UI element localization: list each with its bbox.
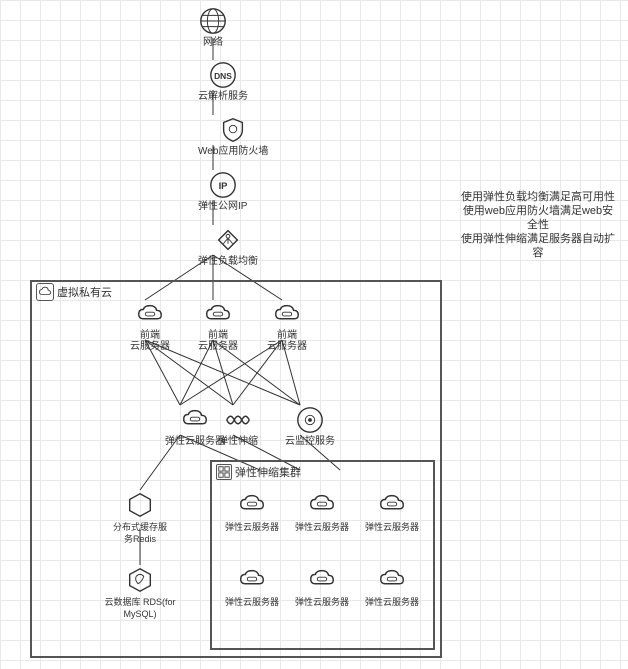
rds-label: 云数据库 RDS(for MySQL) xyxy=(100,596,180,620)
frontend-3-node[interactable]: 前端 云服务器 xyxy=(267,300,307,352)
cluster-title: 弹性伸缩集群 xyxy=(216,464,301,480)
dns-label: 云解析服务 xyxy=(198,91,248,103)
internet-label: 网络 xyxy=(198,37,228,49)
annotation-line-2: 使用web应用防火墙满足web安全性 xyxy=(458,204,618,232)
cluster-server-3[interactable]: 弹性云服务器 xyxy=(365,490,419,533)
cluster-container: 弹性伸缩集群 xyxy=(210,460,435,650)
loadbalancer-icon xyxy=(213,225,243,255)
vpc-title: 虚拟私有云 xyxy=(32,281,116,303)
autoscale-node[interactable]: 弹性伸缩 xyxy=(218,405,258,448)
frontend-1-node[interactable]: 前端 云服务器 xyxy=(130,300,170,352)
cluster-server-1[interactable]: 弹性云服务器 xyxy=(225,490,279,533)
cloud-server-icon xyxy=(203,300,233,330)
c3-label: 弹性云服务器 xyxy=(365,521,419,533)
elb-label: 弹性负载均衡 xyxy=(198,256,258,268)
fe1-label2: 云服务器 xyxy=(130,341,170,352)
eye-icon xyxy=(295,405,325,435)
cloud-server-icon xyxy=(377,490,407,520)
redis-label: 分布式缓存服务Redis xyxy=(112,521,168,545)
c6-label: 弹性云服务器 xyxy=(365,596,419,608)
fe3-label1: 前端 xyxy=(267,330,307,341)
cluster-server-4[interactable]: 弹性云服务器 xyxy=(225,565,279,608)
c1-label: 弹性云服务器 xyxy=(225,521,279,533)
cluster-icon xyxy=(216,464,232,480)
svg-text:DNS: DNS xyxy=(214,71,232,81)
dns-icon: DNS xyxy=(208,60,238,90)
cluster-server-2[interactable]: 弹性云服务器 xyxy=(295,490,349,533)
cloud-server-icon xyxy=(135,300,165,330)
eip-node[interactable]: IP 弹性公网IP xyxy=(198,170,247,213)
fe3-label2: 云服务器 xyxy=(267,341,307,352)
ecs-node[interactable]: 弹性云服务器 xyxy=(165,405,225,448)
fe2-label2: 云服务器 xyxy=(198,341,238,352)
cluster-server-6[interactable]: 弹性云服务器 xyxy=(365,565,419,608)
c5-label: 弹性云服务器 xyxy=(295,596,349,608)
eip-label: 弹性公网IP xyxy=(198,201,247,213)
rds-node[interactable]: 云数据库 RDS(for MySQL) xyxy=(100,565,180,620)
ecs-label: 弹性云服务器 xyxy=(165,436,225,448)
c4-label: 弹性云服务器 xyxy=(225,596,279,608)
fe1-label1: 前端 xyxy=(130,330,170,341)
waf-node[interactable]: Web应用防火墙 xyxy=(198,115,268,158)
cloud-server-icon xyxy=(237,490,267,520)
internet-node[interactable]: 网络 xyxy=(198,6,228,49)
cloud-server-icon xyxy=(237,565,267,595)
elb-node[interactable]: 弹性负载均衡 xyxy=(198,225,258,268)
hexagon-icon xyxy=(125,490,155,520)
cluster-server-5[interactable]: 弹性云服务器 xyxy=(295,565,349,608)
c2-label: 弹性云服务器 xyxy=(295,521,349,533)
cloud-server-icon xyxy=(307,565,337,595)
diagram-canvas: 网络 DNS 云解析服务 Web应用防火墙 IP 弹性公网IP 弹性负载均衡 虚… xyxy=(0,0,628,669)
redis-node[interactable]: 分布式缓存服务Redis xyxy=(112,490,168,545)
ip-icon: IP xyxy=(208,170,238,200)
ces-label: 云监控服务 xyxy=(285,436,335,448)
cloud-icon xyxy=(36,283,54,301)
annotation-block: 使用弹性负载均衡满足高可用性 使用web应用防火墙满足web安全性 使用弹性伸缩… xyxy=(458,190,618,260)
autoscale-icon xyxy=(223,405,253,435)
cloud-server-icon xyxy=(307,490,337,520)
svg-text:IP: IP xyxy=(218,181,227,191)
shield-icon xyxy=(218,115,248,145)
monitor-node[interactable]: 云监控服务 xyxy=(285,405,335,448)
annotation-line-1: 使用弹性负载均衡满足高可用性 xyxy=(458,190,618,204)
as-label: 弹性伸缩 xyxy=(218,436,258,448)
globe-icon xyxy=(198,6,228,36)
waf-label: Web应用防火墙 xyxy=(198,146,268,158)
cloud-server-icon xyxy=(180,405,210,435)
frontend-2-node[interactable]: 前端 云服务器 xyxy=(198,300,238,352)
cluster-label: 弹性伸缩集群 xyxy=(235,464,301,480)
cloud-server-icon xyxy=(272,300,302,330)
annotation-line-3: 使用弹性伸缩满足服务器自动扩容 xyxy=(458,232,618,260)
dns-node[interactable]: DNS 云解析服务 xyxy=(198,60,248,103)
vpc-label: 虚拟私有云 xyxy=(57,284,112,300)
database-icon xyxy=(125,565,155,595)
fe2-label1: 前端 xyxy=(198,330,238,341)
cloud-server-icon xyxy=(377,565,407,595)
